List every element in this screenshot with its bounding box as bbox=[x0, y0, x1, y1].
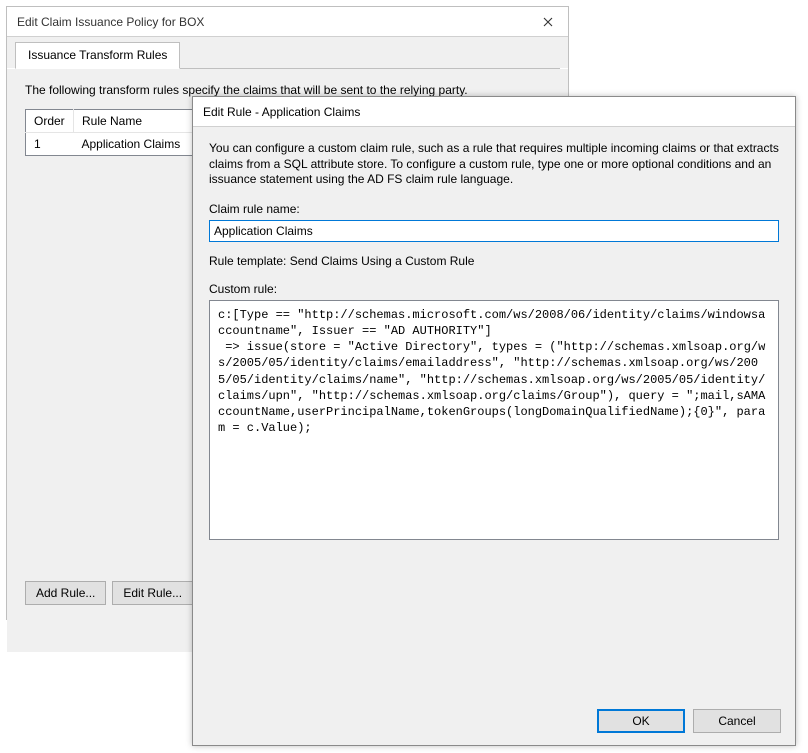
child-titlebar: Edit Rule - Application Claims bbox=[193, 97, 795, 127]
dialog-button-row: OK Cancel bbox=[597, 709, 781, 733]
claim-rule-name-label: Claim rule name: bbox=[209, 202, 779, 216]
ok-button[interactable]: OK bbox=[597, 709, 685, 733]
parent-button-row: Add Rule... Edit Rule... bbox=[25, 581, 193, 605]
tab-issuance-transform-rules[interactable]: Issuance Transform Rules bbox=[15, 42, 180, 69]
edit-rule-dialog: Edit Rule - Application Claims You can c… bbox=[192, 96, 796, 746]
custom-rule-textarea-wrapper: c:[Type == "http://schemas.microsoft.com… bbox=[209, 300, 779, 540]
claim-rule-name-input[interactable] bbox=[209, 220, 779, 242]
parent-title: Edit Claim Issuance Policy for BOX bbox=[17, 15, 204, 29]
child-title: Edit Rule - Application Claims bbox=[203, 105, 360, 119]
custom-rule-label: Custom rule: bbox=[209, 282, 779, 296]
add-rule-button[interactable]: Add Rule... bbox=[25, 581, 106, 605]
rule-template-label: Rule template: Send Claims Using a Custo… bbox=[209, 254, 779, 268]
col-order[interactable]: Order bbox=[26, 110, 74, 133]
child-body: You can configure a custom claim rule, s… bbox=[193, 127, 795, 540]
edit-rule-button[interactable]: Edit Rule... bbox=[112, 581, 193, 605]
close-icon[interactable] bbox=[528, 7, 568, 37]
cell-order: 1 bbox=[26, 133, 74, 156]
intro-text: The following transform rules specify th… bbox=[25, 83, 550, 97]
cancel-button[interactable]: Cancel bbox=[693, 709, 781, 733]
parent-titlebar: Edit Claim Issuance Policy for BOX bbox=[7, 7, 568, 37]
tab-strip: Issuance Transform Rules bbox=[7, 42, 568, 69]
custom-rule-textarea[interactable]: c:[Type == "http://schemas.microsoft.com… bbox=[210, 301, 778, 443]
help-text: You can configure a custom claim rule, s… bbox=[209, 141, 779, 188]
